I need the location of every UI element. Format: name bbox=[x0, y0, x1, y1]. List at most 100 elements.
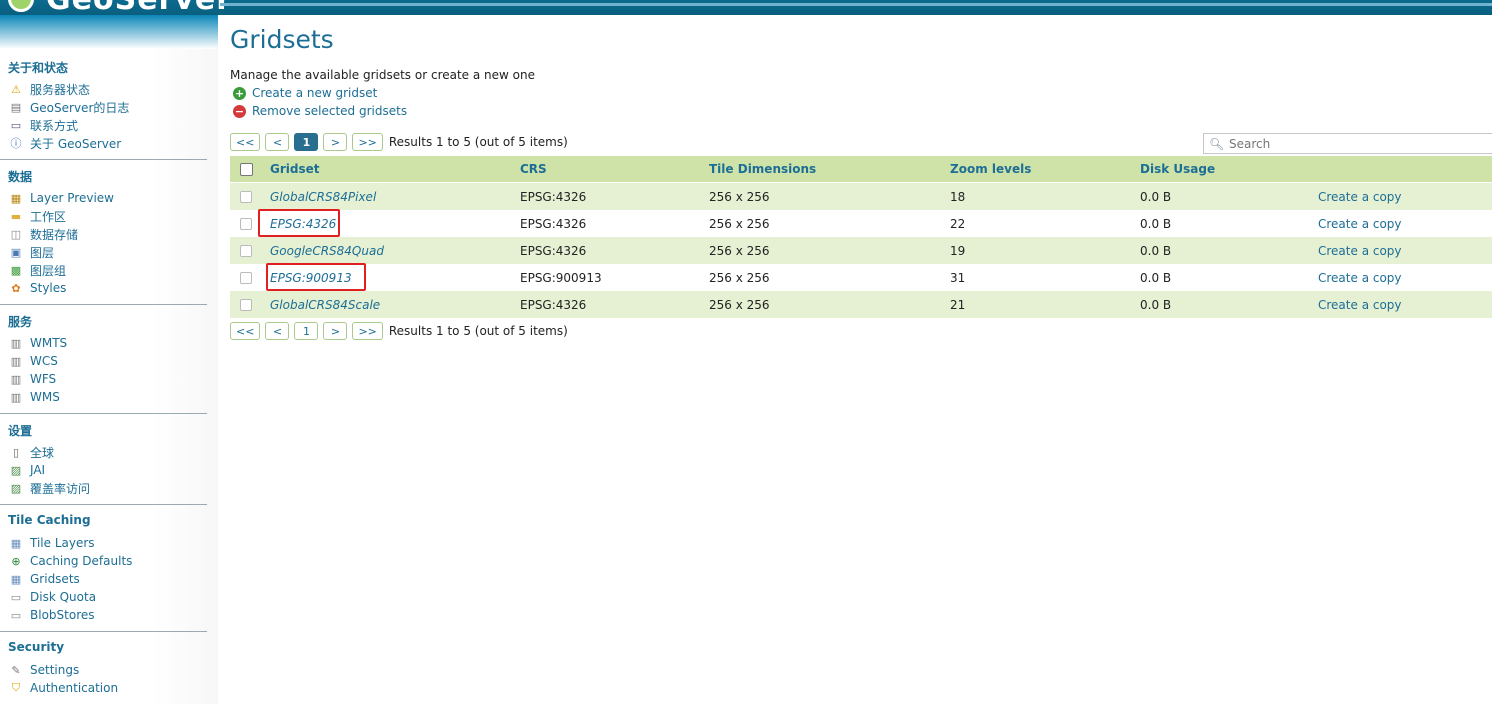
create-copy-link[interactable]: Create a copy bbox=[1318, 190, 1402, 204]
crs-value-cell: EPSG:900913 bbox=[520, 264, 602, 291]
sidebar-item[interactable]: ▥ WMS bbox=[8, 388, 60, 406]
pager-results-text: Results 1 to 5 (out of 5 items) bbox=[388, 135, 568, 149]
sidebar-item[interactable]: ▦ Tile Layers bbox=[8, 534, 95, 552]
sidebar-item[interactable]: ▥ WFS bbox=[8, 370, 56, 388]
disk-usage-value: 0.0 B bbox=[1140, 270, 1172, 285]
sidebar-item[interactable]: ⛉ Authentication bbox=[8, 679, 118, 697]
pager-prev-button[interactable]: < bbox=[265, 133, 290, 151]
pager-next-button[interactable]: > bbox=[323, 133, 348, 151]
pager-last-button[interactable]: >> bbox=[352, 133, 383, 151]
zoom-levels-value-cell: 21 bbox=[950, 291, 965, 318]
sidebar-section-title: Tile Caching bbox=[8, 513, 91, 527]
column-header[interactable]: CRS bbox=[520, 156, 547, 182]
gridset-name-link[interactable]: GlobalCRS84Scale bbox=[270, 298, 380, 312]
sidebar-item[interactable]: ▯ 全球 bbox=[8, 443, 54, 461]
pager-page-1-button[interactable]: 1 bbox=[294, 322, 319, 340]
table-row: GlobalCRS84Pixel EPSG:4326 256 x 256 18 0.0 … bbox=[230, 183, 1492, 210]
gridset-name-link[interactable]: GlobalCRS84Pixel bbox=[270, 190, 376, 204]
sidebar-item-label: 覆盖率访问 bbox=[30, 481, 91, 496]
sidebar-item[interactable]: ⊕ Caching Defaults bbox=[8, 552, 132, 570]
pager-next-button[interactable]: > bbox=[323, 322, 348, 340]
pager-first-button[interactable]: << bbox=[230, 322, 261, 340]
create-copy-link[interactable]: Create a copy bbox=[1318, 298, 1402, 312]
highlight-box bbox=[258, 209, 340, 237]
sidebar-section-title: 设置 bbox=[8, 424, 33, 438]
sidebar-item[interactable]: ▦ Layer Preview bbox=[8, 189, 114, 207]
sidebar-item[interactable]: ⓘ 关于 GeoServer bbox=[8, 134, 122, 152]
sidebar-item-label: 全球 bbox=[30, 445, 55, 460]
remove-gridsets-link[interactable]: − Remove selected gridsets bbox=[233, 104, 407, 118]
pager-first-button[interactable]: << bbox=[230, 133, 261, 151]
sidebar-item[interactable]: ▭ BlobStores bbox=[8, 606, 95, 624]
app-header: GeoServer bbox=[0, 0, 1492, 17]
zoom-levels-value: 31 bbox=[950, 270, 966, 285]
search-input[interactable] bbox=[1229, 136, 1479, 151]
column-header[interactable]: Zoom levels bbox=[950, 156, 1031, 182]
sidebar-item[interactable]: ◫ 数据存储 bbox=[8, 225, 78, 243]
sidebar-item[interactable]: ▥ WCS bbox=[8, 352, 58, 370]
crs-value: EPSG:4326 bbox=[520, 189, 587, 204]
gridset-name-link[interactable]: GoogleCRS84Quad bbox=[270, 244, 384, 258]
sidebar-item-label: 工作区 bbox=[30, 209, 67, 224]
warning-icon: ⚠ bbox=[11, 82, 21, 96]
sidebar-item[interactable]: ▩ 图层组 bbox=[8, 261, 66, 279]
row-checkbox[interactable] bbox=[240, 217, 252, 230]
sidebar-item[interactable]: ▦ Gridsets bbox=[8, 570, 80, 588]
sidebar-item-label: Caching Defaults bbox=[30, 554, 133, 568]
column-header[interactable]: Tile Dimensions bbox=[709, 156, 816, 182]
sidebar-item-label: 联系方式 bbox=[30, 118, 79, 133]
create-copy-link[interactable]: Create a copy bbox=[1318, 271, 1402, 285]
sidebar-divider bbox=[0, 413, 207, 414]
pager-prev-button[interactable]: < bbox=[265, 322, 290, 340]
crs-value-cell: EPSG:4326 bbox=[520, 237, 586, 264]
sidebar-section-title: 数据 bbox=[8, 170, 33, 184]
pager-last-button[interactable]: >> bbox=[352, 322, 383, 340]
table-row: EPSG:900913 EPSG:900913 256 x 256 31 0.0 B Cr… bbox=[230, 264, 1492, 291]
sidebar-divider bbox=[0, 504, 207, 505]
sidebar-item[interactable]: ▭ Disk Quota bbox=[8, 588, 96, 606]
sidebar-item[interactable]: ✎ Settings bbox=[8, 661, 79, 679]
column-header[interactable]: Disk Usage bbox=[1140, 156, 1215, 182]
disk-usage-value-cell: 0.0 B bbox=[1140, 237, 1171, 264]
sidebar-item-label: Settings bbox=[30, 663, 80, 677]
sidebar-item[interactable]: ▥ WMTS bbox=[8, 334, 67, 352]
sidebar-item-label: WMS bbox=[30, 390, 60, 404]
grid-icon: ▦ bbox=[10, 572, 22, 586]
row-checkbox[interactable] bbox=[240, 298, 252, 311]
sidebar-item-label: Authentication bbox=[30, 681, 119, 695]
page-description: Manage the available gridsets or create … bbox=[230, 68, 535, 82]
search-box[interactable]: 🔍︎ bbox=[1203, 133, 1492, 154]
zoom-levels-value-cell: 22 bbox=[950, 210, 965, 237]
sidebar-item[interactable]: ▨ 覆盖率访问 bbox=[8, 479, 90, 497]
row-checkbox[interactable] bbox=[240, 190, 252, 203]
sidebar-item[interactable]: ▣ 图层 bbox=[8, 243, 54, 261]
header-strip bbox=[220, 3, 1492, 6]
row-checkbox[interactable] bbox=[240, 244, 252, 257]
sidebar-divider bbox=[0, 159, 207, 160]
row-checkbox[interactable] bbox=[240, 271, 252, 284]
pager-page-1-button[interactable]: 1 bbox=[294, 133, 319, 151]
create-copy-link[interactable]: Create a copy bbox=[1318, 217, 1402, 231]
sidebar-item[interactable]: ⚠ 服务器状态 bbox=[8, 80, 90, 98]
geoserver-logo[interactable]: GeoServer bbox=[0, 0, 231, 17]
create-copy-link[interactable]: Create a copy bbox=[1318, 244, 1402, 258]
zoom-levels-value-cell: 18 bbox=[950, 183, 965, 210]
map-preview-icon: ▦ bbox=[10, 191, 22, 205]
sidebar-item[interactable]: ✿ Styles bbox=[8, 279, 66, 297]
gridset-name-link-cell: GlobalCRS84Scale bbox=[270, 291, 380, 318]
sidebar-item[interactable]: ▬ 工作区 bbox=[8, 207, 66, 225]
sidebar-item-label: WFS bbox=[30, 372, 57, 386]
sidebar-item[interactable]: ▭ 联系方式 bbox=[8, 116, 78, 134]
grid-icon: ▦ bbox=[10, 536, 22, 550]
page-title: Gridsets bbox=[230, 25, 334, 54]
tile-dimensions-value-cell: 256 x 256 bbox=[709, 183, 770, 210]
column-header[interactable]: Gridset bbox=[270, 156, 320, 182]
sidebar-item-label: 关于 GeoServer bbox=[30, 136, 122, 151]
sidebar-item[interactable]: ▤ GeoServer的日志 bbox=[8, 98, 130, 116]
disk-icon: ▭ bbox=[10, 590, 22, 604]
create-gridset-link[interactable]: + Create a new gridset bbox=[233, 86, 377, 100]
select-all-checkbox[interactable] bbox=[240, 162, 253, 176]
sidebar-item[interactable]: ▨ JAI bbox=[8, 461, 45, 479]
disk-usage-value: 0.0 B bbox=[1140, 216, 1172, 231]
info-icon: ⓘ bbox=[10, 137, 22, 150]
